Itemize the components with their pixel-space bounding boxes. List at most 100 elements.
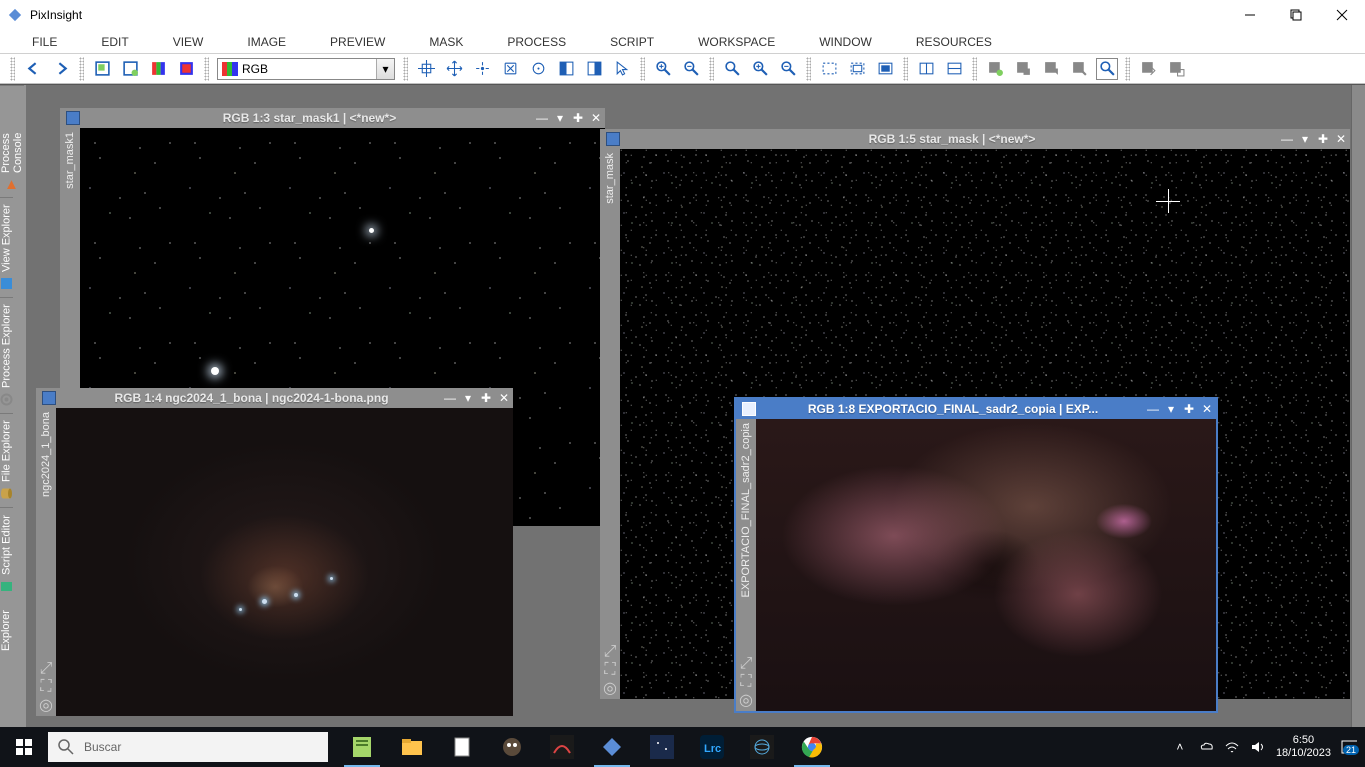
taskbar-app-document[interactable]: [438, 727, 486, 767]
side-tab-file-explorer[interactable]: File Explorer: [0, 413, 13, 507]
taskbar-app-chrome[interactable]: [788, 727, 836, 767]
menu-workspace[interactable]: WORKSPACE: [676, 35, 797, 49]
zoom-in-button[interactable]: [652, 58, 674, 80]
undo-button[interactable]: [22, 58, 44, 80]
zoom-optimal-button[interactable]: [777, 58, 799, 80]
menu-file[interactable]: FILE: [10, 35, 79, 49]
window-close-button[interactable]: ✕: [1332, 130, 1350, 148]
window-shade-button[interactable]: ▾: [1296, 130, 1314, 148]
pointer-button[interactable]: [611, 58, 633, 80]
window-close-button[interactable]: ✕: [587, 109, 605, 127]
menu-mask[interactable]: MASK: [407, 35, 485, 49]
image-canvas[interactable]: [756, 419, 1216, 711]
expand-icon[interactable]: ⤢: [603, 645, 617, 659]
tray-onedrive-icon[interactable]: [1198, 739, 1214, 755]
mask-remove-button[interactable]: [1068, 58, 1090, 80]
tray-expand-icon[interactable]: ˄: [1172, 739, 1188, 755]
taskbar-app-notepadpp[interactable]: [338, 727, 386, 767]
fit-window-button[interactable]: [846, 58, 868, 80]
target-icon[interactable]: ◎: [603, 681, 617, 695]
pan-button[interactable]: [443, 58, 465, 80]
target-icon[interactable]: ◎: [739, 693, 753, 707]
side-tab-explorer[interactable]: Explorer: [0, 601, 12, 661]
menu-image[interactable]: IMAGE: [225, 35, 308, 49]
new-image-button[interactable]: [91, 58, 113, 80]
menu-script[interactable]: SCRIPT: [588, 35, 676, 49]
tray-wifi-icon[interactable]: [1224, 739, 1240, 755]
start-button[interactable]: [0, 727, 48, 767]
move-button[interactable]: [499, 58, 521, 80]
expand-icon[interactable]: ⤢: [739, 657, 753, 671]
mask-show-button[interactable]: [1012, 58, 1034, 80]
window-shade-button[interactable]: ▾: [459, 389, 477, 407]
image-canvas[interactable]: [56, 408, 513, 716]
rgb-working-space-button[interactable]: [147, 58, 169, 80]
window-minimize-button[interactable]: [1227, 0, 1273, 30]
target-icon[interactable]: ◎: [39, 698, 53, 712]
menu-view[interactable]: VIEW: [151, 35, 226, 49]
tray-notifications-icon[interactable]: 21: [1341, 739, 1357, 755]
color-management-button[interactable]: [175, 58, 197, 80]
taskbar-app-siril[interactable]: [538, 727, 586, 767]
window-close-button[interactable]: ✕: [495, 389, 513, 407]
taskbar-search[interactable]: Buscar: [48, 732, 328, 762]
tray-volume-icon[interactable]: [1250, 739, 1266, 755]
expand-icon[interactable]: ⤢: [39, 662, 53, 676]
image-window-ngc2024[interactable]: RGB 1:4 ngc2024_1_bona | ngc2024-1-bona.…: [36, 388, 513, 716]
process-apply-button[interactable]: [1137, 58, 1159, 80]
screen-transfer-button[interactable]: [915, 58, 937, 80]
mask-invert-button[interactable]: [1040, 58, 1062, 80]
menu-window[interactable]: WINDOW: [797, 35, 894, 49]
image-window-sadr2[interactable]: RGB 1:8 EXPORTACIO_FINAL_sadr2_copia | E…: [734, 397, 1218, 713]
fit-all-button[interactable]: [874, 58, 896, 80]
fit-view-button[interactable]: [818, 58, 840, 80]
window-shade-button[interactable]: ▾: [1162, 400, 1180, 418]
readout-options-button[interactable]: [1096, 58, 1118, 80]
fit-icon[interactable]: ⛶: [603, 663, 617, 677]
taskbar-app-astro[interactable]: [738, 727, 786, 767]
toolbar-separator: [972, 57, 977, 81]
side-tab-process-explorer[interactable]: Process Explorer: [0, 297, 13, 413]
window-maximize-button[interactable]: ✚: [1314, 130, 1332, 148]
fit-icon[interactable]: ⛶: [39, 680, 53, 694]
zoom-to-fit-button[interactable]: [721, 58, 743, 80]
taskbar-app-explorer[interactable]: [388, 727, 436, 767]
window-minimize-button[interactable]: —: [441, 389, 459, 407]
redo-button[interactable]: [50, 58, 72, 80]
zoom-out-button[interactable]: [680, 58, 702, 80]
histogram-button[interactable]: [943, 58, 965, 80]
window-minimize-button[interactable]: —: [533, 109, 551, 127]
window-maximize-button[interactable]: [1273, 0, 1319, 30]
edit-preview-button[interactable]: [583, 58, 605, 80]
menu-resources[interactable]: RESOURCES: [894, 35, 1014, 49]
taskbar-app-stellarium[interactable]: [638, 727, 686, 767]
side-tab-process-console[interactable]: Process Console: [0, 85, 24, 197]
channel-selector[interactable]: RGB ▾: [217, 58, 395, 80]
side-tab-script-editor[interactable]: Script Editor: [0, 507, 13, 601]
dynamic-crop-button[interactable]: [527, 58, 549, 80]
window-maximize-button[interactable]: ✚: [477, 389, 495, 407]
taskbar-clock[interactable]: 6:50 18/10/2023: [1276, 734, 1331, 760]
zoom-1to1-button[interactable]: [749, 58, 771, 80]
taskbar-app-gimp[interactable]: [488, 727, 536, 767]
process-apply-global-button[interactable]: [1165, 58, 1187, 80]
window-close-button[interactable]: [1319, 0, 1365, 30]
new-preview-button[interactable]: [555, 58, 577, 80]
window-close-button[interactable]: ✕: [1198, 400, 1216, 418]
fit-icon[interactable]: ⛶: [739, 675, 753, 689]
mask-enable-button[interactable]: [984, 58, 1006, 80]
side-tab-view-explorer[interactable]: View Explorer: [0, 197, 13, 297]
taskbar-app-lightroom[interactable]: Lrc: [688, 727, 736, 767]
menu-preview[interactable]: PREVIEW: [308, 35, 407, 49]
window-shade-button[interactable]: ▾: [551, 109, 569, 127]
center-view-button[interactable]: [471, 58, 493, 80]
taskbar-app-pixinsight[interactable]: [588, 727, 636, 767]
window-minimize-button[interactable]: —: [1278, 130, 1296, 148]
window-maximize-button[interactable]: ✚: [569, 109, 587, 127]
menu-process[interactable]: PROCESS: [485, 35, 588, 49]
new-window-button[interactable]: [119, 58, 141, 80]
window-minimize-button[interactable]: —: [1144, 400, 1162, 418]
window-maximize-button[interactable]: ✚: [1180, 400, 1198, 418]
readout-mode-button[interactable]: [415, 58, 437, 80]
menu-edit[interactable]: EDIT: [79, 35, 150, 49]
